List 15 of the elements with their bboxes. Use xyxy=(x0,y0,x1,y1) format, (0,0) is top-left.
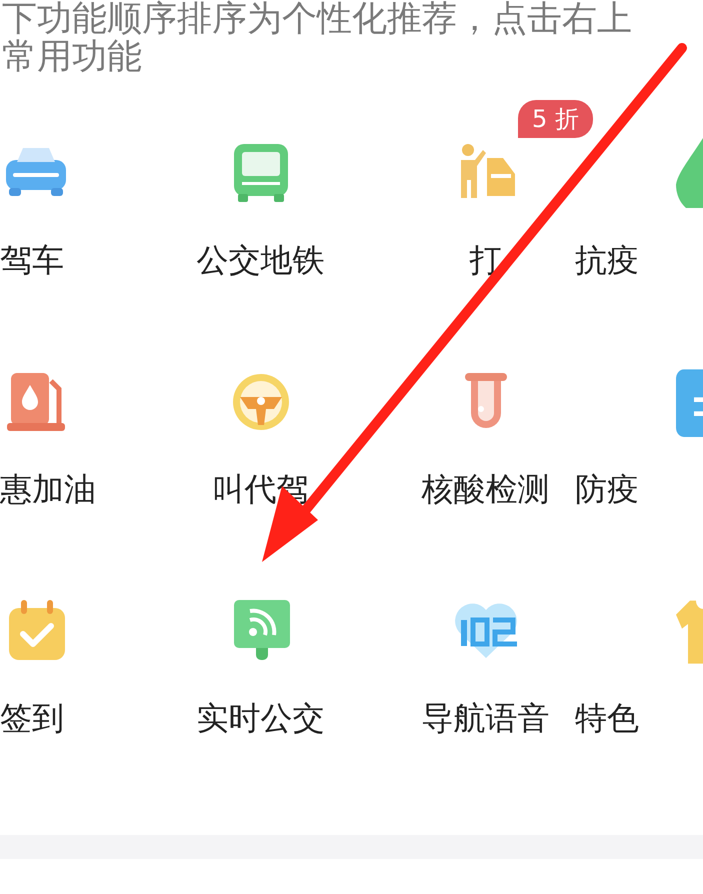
feature-label[interactable]: 防疫 xyxy=(575,469,639,509)
feature-label[interactable]: 惠加油 xyxy=(0,469,96,509)
feature-label[interactable]: 实时公交 xyxy=(196,698,324,738)
feature-label[interactable]: 抗疫 xyxy=(575,240,639,280)
intro-text: 下功能顺序排序为个性化推荐，点击右上 xyxy=(2,0,633,38)
feature-label[interactable]: 核酸检测 xyxy=(422,469,550,509)
feature-label[interactable]: 签到 xyxy=(0,698,64,738)
feature-label[interactable]: 特色 xyxy=(575,698,639,738)
drop-icon xyxy=(676,138,703,208)
feature-label[interactable]: 公交地铁 xyxy=(196,240,324,280)
feature-label[interactable]: 打 xyxy=(470,240,502,280)
feature-label[interactable]: 驾车 xyxy=(0,240,64,280)
feature-label[interactable]: 导航语音 xyxy=(422,698,550,738)
discount-badge: 5 折 xyxy=(518,100,593,138)
intro-text: 常用功能 xyxy=(2,38,143,76)
